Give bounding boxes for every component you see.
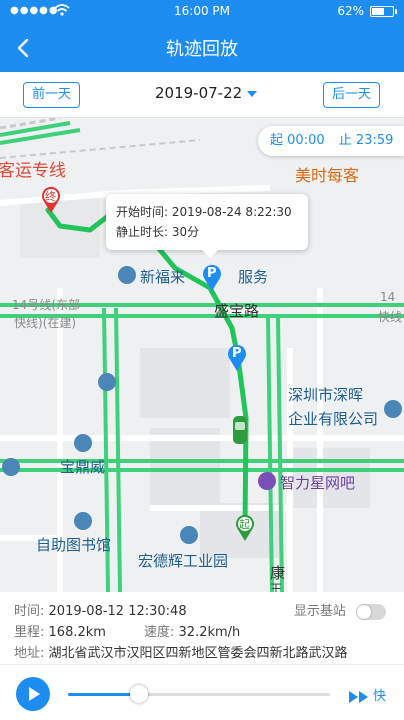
map-view[interactable]: 终 起 P P 客运专线 美时每客 新福来 服务 14号线(东部 快线)(在建)… — [0, 118, 404, 592]
page-title: 轨迹回放 — [166, 39, 238, 60]
map-label-baoding: 宝鼎威 — [60, 458, 106, 476]
end-marker[interactable]: 终 — [40, 186, 62, 214]
start-time-value[interactable]: 00:00 — [287, 133, 324, 148]
fast-forward-icon — [348, 690, 368, 703]
info-address-label: 地址: — [14, 646, 45, 661]
battery-percent: 62% — [337, 4, 364, 18]
playback-progress-fill — [68, 693, 139, 696]
date-bar: 前一天 2019-07-22 后一天 — [0, 72, 404, 118]
base-station-toggle[interactable] — [356, 603, 386, 620]
track-info-panel: 时间: 2019-08-12 12:30:48 显示基站 里程: 168.2km… — [0, 592, 404, 664]
bus-icon — [2, 458, 20, 476]
popup-stop-label: 静止时长: — [116, 225, 169, 239]
popup-start-row: 开始时间: 2019-08-24 8:22:30 — [116, 202, 298, 222]
map-label-line14: 14号线(东部 — [12, 298, 80, 312]
caret-down-icon — [247, 90, 258, 97]
end-time-value[interactable]: 23:59 — [356, 133, 393, 148]
parking-marker-1[interactable]: P — [201, 264, 223, 292]
bus-icon — [98, 373, 116, 391]
parking-icon: P — [232, 346, 242, 361]
info-speed-value: 32.2km/h — [178, 625, 241, 640]
base-station-toggle-row: 显示基站 — [294, 600, 386, 620]
info-time-row: 时间: 2019-08-12 12:30:48 — [14, 600, 187, 619]
start-marker[interactable]: 起 — [234, 514, 256, 542]
map-label-meishi: 美时每客 — [295, 166, 360, 185]
date-value: 2019-07-22 — [155, 84, 243, 102]
speed-label: 快 — [372, 689, 386, 704]
map-label-line14-right: 14 — [380, 290, 396, 304]
playback-thumb[interactable] — [129, 685, 148, 703]
start-time-label: 起 — [270, 133, 284, 148]
map-label-company: 深圳市深晖 — [288, 386, 364, 404]
stop-info-popup: 开始时间: 2019-08-24 8:22:30 静止时长: 30分 — [106, 194, 308, 258]
info-mileage-label: 里程: — [14, 625, 45, 640]
building-icon — [74, 434, 92, 452]
next-day-button[interactable]: 后一天 — [322, 82, 380, 108]
toggle-knob — [357, 604, 371, 619]
map-label-library: 自助图书馆 — [36, 536, 112, 554]
info-time-label: 时间: — [14, 604, 45, 619]
map-label-company-sub: 企业有限公司 — [288, 410, 379, 428]
info-mileage-value: 168.2km — [48, 625, 106, 640]
play-button[interactable] — [16, 677, 50, 711]
parking-marker-2[interactable]: P — [226, 344, 248, 372]
map-label-kang-sub: 王 — [270, 582, 283, 592]
popup-stop-value: 30分 — [171, 225, 200, 239]
parking-icon: P — [207, 266, 217, 281]
internet-cafe-icon — [258, 472, 276, 490]
map-label-zhili: 智力星网吧 — [280, 474, 356, 492]
info-mileage-row: 里程: 168.2km — [14, 621, 106, 640]
prev-day-button[interactable]: 前一天 — [23, 82, 81, 108]
map-label-xinfulai: 新福来 — [140, 268, 186, 286]
building-icon — [384, 400, 402, 418]
map-label-line14-sub: 快线)(在建) — [14, 316, 77, 330]
end-marker-label: 终 — [45, 190, 56, 203]
map-label-passenger-line: 客运专线 — [0, 161, 66, 181]
battery-fill — [372, 8, 385, 15]
library-icon — [74, 512, 92, 530]
info-speed-row: 速度: 32.2km/h — [144, 621, 240, 640]
info-address-row: 地址: 湖北省武汉市汉阳区四新地区管委会四新北路武汉路 — [14, 642, 348, 661]
map-label-service: 服务 — [238, 268, 269, 286]
playback-bar: 快 — [0, 664, 404, 720]
end-time-label: 止 — [338, 133, 352, 148]
start-marker-label: 起 — [239, 518, 250, 531]
map-label-line14-right-sub: 快线 — [378, 310, 403, 324]
info-time-value: 2019-08-12 12:30:48 — [48, 604, 187, 619]
title-bar: 轨迹回放 — [0, 24, 404, 72]
popup-stop-row: 静止时长: 30分 — [116, 222, 298, 242]
app-header: ●●●●● 16:00 PM 62% 轨迹回放 — [0, 0, 404, 72]
building-icon — [180, 526, 198, 544]
popup-start-value: 2019-08-24 8:22:30 — [171, 205, 292, 219]
status-bar: ●●●●● 16:00 PM 62% — [0, 0, 404, 24]
time-range-chip[interactable]: 起 00:00 止 23:59 — [258, 126, 404, 156]
info-speed-label: 速度: — [144, 625, 175, 640]
battery-icon — [370, 6, 397, 17]
base-station-label: 显示基站 — [293, 604, 346, 619]
date-select[interactable]: 2019-07-22 — [155, 84, 258, 102]
info-address-value: 湖北省武汉市汉阳区四新地区管委会四新北路武汉路 — [48, 646, 348, 661]
bank-icon — [118, 266, 136, 284]
map-label-hongde: 宏德辉工业园 — [138, 552, 229, 570]
popup-start-label: 开始时间: — [116, 205, 169, 219]
speed-button[interactable]: 快 — [348, 685, 386, 704]
map-label-shengbao: 盛宝路 — [214, 302, 260, 320]
playback-progress[interactable] — [68, 685, 330, 703]
